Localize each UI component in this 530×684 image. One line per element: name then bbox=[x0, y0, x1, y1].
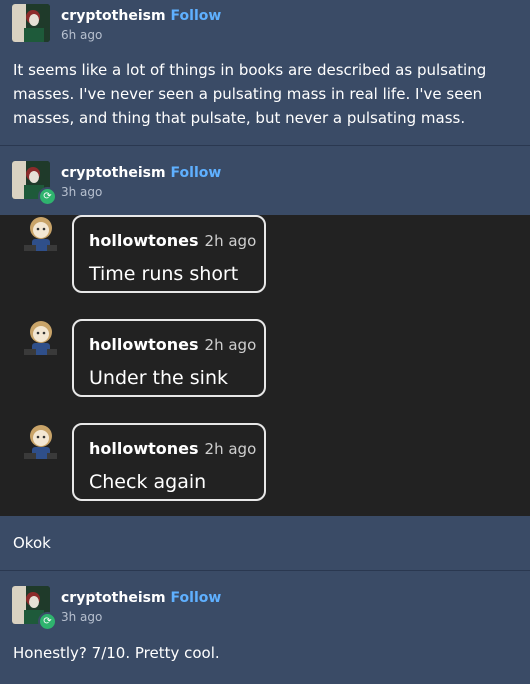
post-body-text: Okok bbox=[13, 534, 51, 552]
chat-message-text: Under the sink bbox=[89, 367, 228, 389]
chat-bubble: hollowtones 2h ago Time runs short bbox=[72, 215, 266, 293]
post-timestamp: 6h ago bbox=[61, 28, 103, 42]
chat-timestamp: 2h ago bbox=[204, 336, 257, 354]
follow-button[interactable]: Follow bbox=[171, 165, 222, 181]
chat-username: hollowtones bbox=[89, 335, 199, 354]
name-row: cryptotheism Follow bbox=[61, 165, 221, 181]
chat-bubble-header: hollowtones 2h ago bbox=[89, 231, 256, 250]
follow-button[interactable]: Follow bbox=[171, 590, 222, 606]
username-link[interactable]: cryptotheism bbox=[61, 8, 166, 24]
chat-timestamp: 2h ago bbox=[204, 440, 257, 458]
post-timestamp: 3h ago bbox=[61, 610, 103, 624]
chat-bubble-header: hollowtones 2h ago bbox=[89, 335, 256, 354]
post-reblog: ⟳ cryptotheism Follow 3h ago bbox=[0, 146, 530, 215]
user-avatar[interactable] bbox=[12, 4, 50, 42]
follow-button[interactable]: Follow bbox=[171, 8, 222, 24]
chat-avatar bbox=[19, 319, 61, 361]
chat-bubble-header: hollowtones 2h ago bbox=[89, 439, 256, 458]
chat-avatar bbox=[19, 215, 61, 257]
post-reblog: ⟳ cryptotheism Follow 3h ago Honestly? 7/… bbox=[0, 571, 530, 684]
chat-username: hollowtones bbox=[89, 231, 199, 250]
chat-message: hollowtones 2h ago Under the sink bbox=[0, 319, 530, 403]
post-timestamp: 3h ago bbox=[61, 185, 103, 199]
post-original: cryptotheism Follow 6h ago It seems like … bbox=[0, 0, 530, 145]
name-row: cryptotheism Follow bbox=[61, 8, 221, 24]
chat-message-text: Time runs short bbox=[89, 263, 239, 285]
chat-message: hollowtones 2h ago Time runs short bbox=[0, 215, 530, 299]
name-row: cryptotheism Follow bbox=[61, 590, 221, 606]
chat-message-text: Check again bbox=[89, 471, 207, 493]
username-link[interactable]: cryptotheism bbox=[61, 165, 166, 181]
post-body-text: Honestly? 7/10. Pretty cool. bbox=[13, 644, 220, 662]
chat-username: hollowtones bbox=[89, 439, 199, 458]
chat-timestamp: 2h ago bbox=[204, 232, 257, 250]
chat-screenshot-image: hollowtones 2h ago Time runs short hollow… bbox=[0, 215, 530, 516]
reblog-icon: ⟳ bbox=[38, 612, 57, 631]
chat-avatar bbox=[19, 423, 61, 465]
username-link[interactable]: cryptotheism bbox=[61, 590, 166, 606]
post-body-text: It seems like a lot of things in books a… bbox=[13, 61, 487, 127]
chat-bubble: hollowtones 2h ago Under the sink bbox=[72, 319, 266, 397]
reblog-icon: ⟳ bbox=[38, 187, 57, 206]
chat-message: hollowtones 2h ago Check again bbox=[0, 423, 530, 507]
chat-bubble: hollowtones 2h ago Check again bbox=[72, 423, 266, 501]
